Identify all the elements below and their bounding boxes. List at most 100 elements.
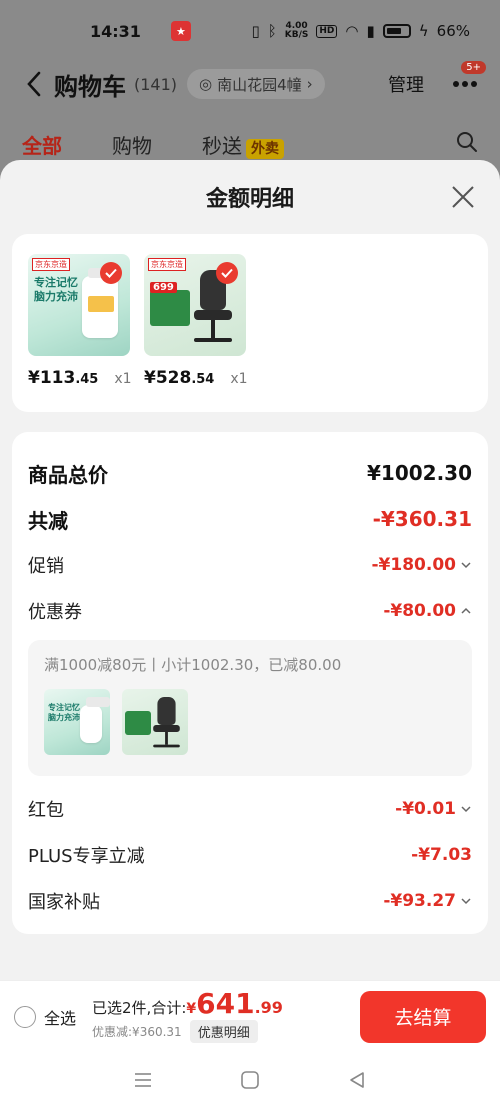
total-price-label: 商品总价 (28, 462, 108, 487)
product-image: 京东京造 专注记忆 脑力充沛 (28, 254, 130, 356)
chevron-down-icon (460, 895, 472, 907)
discount-detail-button[interactable]: 优惠明细 (189, 1020, 258, 1043)
total-reduce-label: 共减 (28, 508, 68, 533)
cart-count: (141) (134, 74, 178, 94)
net-speed: 4.00 KB/S (284, 21, 309, 40)
coupon-label: 优惠券 (28, 602, 82, 623)
redpacket-row[interactable]: 红包 -¥0.01 (28, 786, 472, 832)
vibrate-icon: ▯ (251, 22, 260, 40)
promo-block (150, 290, 190, 326)
summary-block: 已选2件,合计: ¥ 641 .99 优惠减:¥360.31 优惠明细 (92, 990, 283, 1043)
more-dots-icon (453, 81, 477, 87)
status-icons: ▯ ᛒ 4.00 KB/S HD ◠ ▮ ϟ 66% (251, 21, 470, 41)
status-bar: 14:31 ★ ▯ ᛒ 4.00 KB/S HD ◠ ▮ ϟ 66% (0, 0, 500, 62)
summary-total-dec: .99 (254, 998, 283, 1017)
coupon-row[interactable]: 优惠券 -¥80.00 (28, 588, 472, 634)
product-image: 京东京造 699 (144, 254, 246, 356)
redpacket-label: 红包 (28, 800, 64, 821)
goods-price: ¥528.54 (144, 368, 215, 388)
promo-value: -¥180.00 (371, 555, 457, 575)
promo-row[interactable]: 促销 -¥180.00 (28, 542, 472, 588)
brand-tag: 京东京造 (32, 258, 70, 271)
coupon-goods-thumbs: 专注记忆 脑力充沛 (44, 689, 456, 755)
goods-price-row: ¥528.54 x1 (144, 368, 248, 388)
total-reduce-value: -¥360.31 (372, 507, 472, 531)
sheet-title: 金额明细 (205, 187, 294, 212)
takeout-tag: 外卖 (246, 138, 284, 159)
battery-icon (382, 24, 411, 38)
sheet-header: 金额明细 (0, 160, 500, 234)
total-reduce-row: 共减 -¥360.31 (28, 496, 472, 542)
summary-label: 已选2件,合计: (92, 999, 187, 1017)
chevron-right-icon: › (306, 75, 313, 93)
subsidy-value: -¥93.27 (383, 891, 456, 911)
address-selector[interactable]: ◎ 南山花园4幢 › (187, 69, 325, 99)
bottle-shape (82, 268, 118, 338)
address-text: 南山花园4幢 (217, 75, 302, 94)
bluetooth-icon: ᛒ (267, 22, 277, 40)
goods-card: 京东京造 专注记忆 脑力充沛 ¥113.45 x1 京东京造 699 ¥528.… (12, 234, 488, 412)
tab-instant[interactable]: 秒送 外卖 (202, 130, 284, 159)
search-icon[interactable] (456, 131, 478, 158)
goods-qty: x1 (230, 371, 248, 387)
app-notification-icon: ★ (170, 21, 191, 41)
manage-button[interactable]: 管理 (388, 71, 424, 97)
goods-item[interactable]: 京东京造 699 ¥528.54 x1 (144, 254, 248, 392)
selected-check-icon (216, 262, 238, 284)
product-image-text: 专注记忆 脑力充沛 (34, 276, 78, 303)
charging-icon: ϟ (418, 22, 429, 40)
select-all-label[interactable]: 全选 (44, 1005, 76, 1029)
status-time: 14:31 (90, 21, 141, 41)
plus-row: PLUS专享立减 -¥7.03 (28, 832, 472, 878)
battery-level: 66% (436, 22, 470, 40)
close-icon[interactable] (450, 184, 476, 210)
select-all-radio[interactable] (14, 1005, 36, 1028)
page-title: 购物车 (54, 72, 126, 101)
cart-tabs: 全部 购物 秒送 外卖 (0, 126, 500, 162)
total-price-row: 商品总价 ¥1002.30 (28, 450, 472, 496)
checkout-bar: 全选 已选2件,合计: ¥ 641 .99 优惠减:¥360.31 优惠明细 去… (0, 980, 500, 1052)
coupon-value: -¥80.00 (383, 601, 456, 621)
back-arrow-icon[interactable] (20, 70, 48, 98)
checkout-button[interactable]: 去结算 (360, 990, 486, 1043)
system-nav-bar (0, 1052, 500, 1111)
signal-icon: ▮ (366, 22, 375, 40)
coupon-goods-image: 专注记忆 脑力充沛 (44, 689, 110, 755)
wifi-icon: ◠ (345, 22, 359, 40)
amount-detail-sheet: 金额明细 京东京造 专注记忆 脑力充沛 ¥113.45 x1 京东京造 699 … (0, 160, 500, 1111)
message-badge: 5+ (461, 61, 486, 74)
amount-detail-card: 商品总价 ¥1002.30 共减 -¥360.31 促销 -¥180.00 优惠… (12, 432, 488, 934)
chevron-down-icon (460, 559, 472, 571)
goods-qty: x1 (114, 371, 132, 387)
tab-shopping[interactable]: 购物 (112, 130, 152, 159)
hd-icon: HD (316, 24, 338, 38)
goods-price-row: ¥113.45 x1 (28, 368, 132, 388)
coupon-detail-text: 满1000减80元丨小计1002.30，已减80.00 (44, 656, 342, 674)
redpacket-value: -¥0.01 (395, 799, 456, 819)
eye-icon: ◎ (199, 75, 213, 93)
subsidy-row[interactable]: 国家补贴 -¥93.27 (28, 878, 472, 924)
coupon-goods-image (122, 689, 188, 755)
home-icon[interactable] (240, 1070, 260, 1094)
discount-text: 优惠减:¥360.31 (92, 1025, 182, 1039)
plus-label: PLUS专享立减 (28, 846, 145, 867)
menu-icon[interactable] (133, 1071, 153, 1093)
subsidy-label: 国家补贴 (28, 892, 100, 913)
cart-header: 购物车 (141) ◎ 南山花园4幢 › 管理 5+ (0, 61, 500, 106)
tab-all[interactable]: 全部 (22, 130, 62, 159)
selected-check-icon (100, 262, 122, 284)
plus-value: -¥7.03 (411, 845, 472, 865)
promo-price-tag: 699 (150, 282, 177, 293)
summary-total-int: 641 (196, 987, 255, 1020)
more-button[interactable]: 5+ (450, 61, 486, 99)
promo-label: 促销 (28, 556, 64, 577)
summary-currency: ¥ (186, 1001, 197, 1017)
chevron-up-icon (460, 605, 472, 617)
total-price-value: ¥1002.30 (366, 461, 472, 485)
goods-item[interactable]: 京东京造 专注记忆 脑力充沛 ¥113.45 x1 (28, 254, 132, 392)
back-triangle-icon[interactable] (347, 1070, 367, 1094)
chevron-down-icon (460, 803, 472, 815)
coupon-detail-box: 满1000减80元丨小计1002.30，已减80.00 专注记忆 脑力充沛 (28, 640, 472, 776)
goods-price: ¥113.45 (28, 368, 99, 388)
brand-tag: 京东京造 (148, 258, 186, 271)
